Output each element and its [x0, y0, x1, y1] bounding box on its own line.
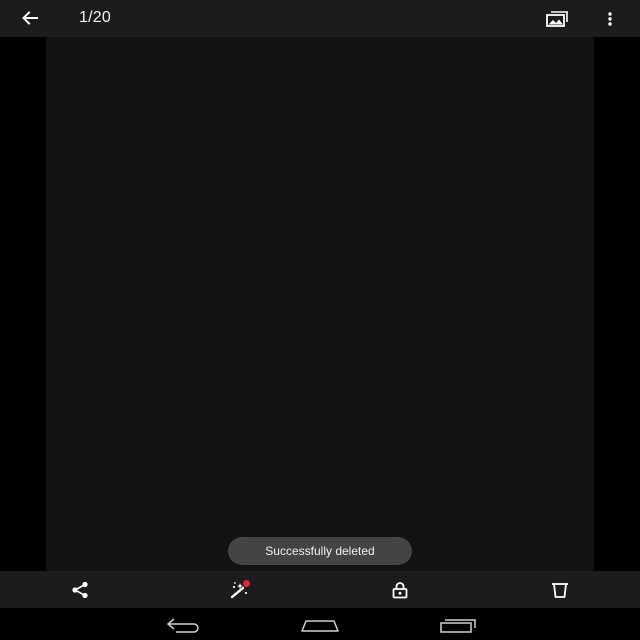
- top-app-bar: 1/20: [0, 0, 640, 37]
- nav-home-icon: [301, 620, 339, 632]
- nav-recents-icon: [440, 619, 476, 633]
- more-vert-icon: [608, 11, 612, 26]
- toast-message: Successfully deleted: [228, 537, 412, 565]
- share-icon: [72, 581, 88, 598]
- slideshow-icon: [546, 10, 568, 27]
- nav-back-icon: [166, 618, 199, 633]
- system-nav-bar: [0, 608, 640, 640]
- bottom-action-bar: [0, 571, 640, 608]
- delete-button[interactable]: [540, 573, 580, 606]
- new-feature-badge: [243, 580, 250, 587]
- arrow-left-icon: [22, 11, 38, 25]
- system-home-button[interactable]: [296, 612, 344, 638]
- back-button[interactable]: [14, 3, 46, 33]
- more-options-button[interactable]: [596, 4, 624, 33]
- system-recents-button[interactable]: [434, 612, 482, 638]
- photo-counter: 1/20: [79, 9, 111, 26]
- photo-viewer[interactable]: [0, 37, 640, 571]
- slideshow-button[interactable]: [541, 4, 575, 33]
- lock-button[interactable]: [380, 573, 420, 606]
- lock-icon: [392, 581, 408, 598]
- edit-button[interactable]: [220, 573, 260, 606]
- share-button[interactable]: [60, 573, 100, 606]
- system-back-button[interactable]: [160, 612, 208, 638]
- photo-canvas[interactable]: [46, 37, 594, 571]
- trash-icon: [552, 582, 568, 598]
